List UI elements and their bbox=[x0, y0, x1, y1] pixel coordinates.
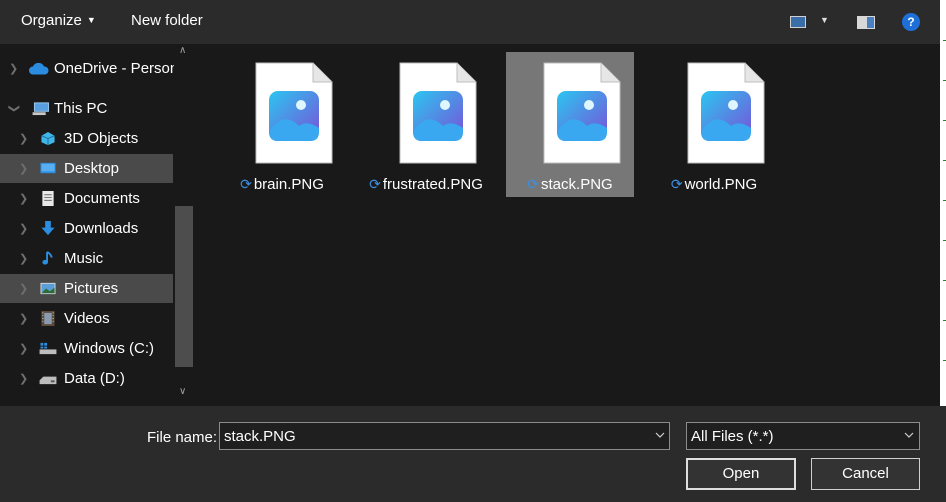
sync-icon: ⟳ bbox=[240, 176, 252, 192]
cancel-button[interactable]: Cancel bbox=[811, 458, 920, 490]
nav-item-videos[interactable]: ❯ Videos bbox=[0, 304, 173, 333]
image-file-icon bbox=[399, 62, 477, 164]
nav-item-label: OneDrive - Person bbox=[54, 60, 179, 77]
chevron-down-icon: ▼ bbox=[86, 15, 96, 25]
file-item[interactable]: ⟳ frustrated.PNG bbox=[362, 52, 490, 197]
file-list: ⟳brain.PNG ⟳frustrated.PNG ⟳stack.PNG bbox=[196, 44, 940, 406]
toolbar: Organize ▼ New folder ▼ ? bbox=[0, 0, 940, 44]
drive-c-icon bbox=[39, 342, 57, 355]
file-item-selected[interactable]: ⟳ stack.PNG bbox=[506, 52, 634, 197]
drive-d-icon bbox=[39, 376, 57, 385]
chevron-right-icon[interactable]: ❯ bbox=[19, 192, 28, 205]
pictures-icon bbox=[40, 282, 56, 295]
view-options-chevron-icon[interactable]: ▼ bbox=[820, 15, 829, 25]
file-name-label: ⟳ frustrated.PNG bbox=[362, 176, 490, 193]
desktop-icon bbox=[40, 162, 56, 174]
nav-item-desktop[interactable]: ❯ Desktop bbox=[0, 154, 173, 183]
nav-item-label: Desktop bbox=[64, 160, 120, 177]
background-window-edge bbox=[940, 0, 946, 410]
videos-icon bbox=[41, 311, 55, 326]
chevron-right-icon[interactable]: ❯ bbox=[19, 252, 28, 265]
file-name-label: ⟳ world.PNG bbox=[650, 176, 778, 193]
nav-item-label: 3D Objects bbox=[64, 130, 139, 147]
chevron-down-icon[interactable] bbox=[655, 430, 665, 440]
music-icon bbox=[42, 251, 53, 265]
sync-icon: ⟳ bbox=[369, 176, 381, 192]
nav-item-label: Documents bbox=[64, 190, 140, 207]
file-name-text: stack.PNG bbox=[541, 176, 613, 193]
chevron-right-icon[interactable]: ❯ bbox=[19, 282, 28, 295]
nav-item-windows-c[interactable]: ❯ Windows (C:) bbox=[0, 334, 173, 363]
file-name-text: frustrated.PNG bbox=[382, 176, 483, 193]
nav-item-label: This PC bbox=[54, 100, 108, 117]
nav-scrollbar[interactable]: ∧ ∨ bbox=[174, 44, 194, 406]
chevron-right-icon[interactable]: ❯ bbox=[9, 62, 18, 75]
file-item[interactable]: ⟳ brain.PNG bbox=[218, 52, 346, 197]
nav-item-documents[interactable]: ❯ Documents bbox=[0, 184, 173, 213]
open-button[interactable]: Open bbox=[686, 458, 796, 490]
help-icon[interactable]: ? bbox=[902, 13, 920, 31]
nav-item-downloads[interactable]: ❯ Downloads bbox=[0, 214, 173, 243]
organize-label: Organize bbox=[21, 12, 82, 29]
file-name-label: ⟳ brain.PNG bbox=[218, 176, 346, 193]
new-folder-button[interactable]: New folder bbox=[131, 12, 203, 29]
navigation-pane: ❯ OneDrive - Person ❯ This PC ❯ 3D Objec… bbox=[0, 44, 195, 406]
nav-item-label: Windows (C:) bbox=[64, 340, 155, 357]
onedrive-icon bbox=[29, 62, 49, 75]
nav-item-data-d[interactable]: ❯ Data (D:) bbox=[0, 364, 173, 393]
image-file-icon bbox=[255, 62, 333, 164]
chevron-right-icon[interactable]: ❯ bbox=[19, 342, 28, 355]
file-name-label: File name: bbox=[147, 429, 218, 446]
organize-button[interactable]: Organize ▼ bbox=[21, 12, 96, 29]
nav-item-3d-objects[interactable]: ❯ 3D Objects bbox=[0, 124, 173, 153]
file-type-select[interactable]: All Files (*.*) bbox=[686, 422, 920, 450]
downloads-icon bbox=[41, 221, 55, 236]
preview-pane-icon[interactable] bbox=[857, 16, 875, 29]
chevron-down-icon[interactable] bbox=[904, 430, 914, 440]
chevron-right-icon[interactable]: ❯ bbox=[19, 222, 28, 235]
nav-item-label: Downloads bbox=[64, 220, 139, 237]
scrollbar-thumb[interactable] bbox=[175, 206, 193, 367]
image-file-icon bbox=[543, 62, 621, 164]
nav-item-this-pc[interactable]: ❯ This PC bbox=[0, 94, 173, 123]
documents-icon bbox=[42, 191, 54, 206]
nav-item-onedrive[interactable]: ❯ OneDrive - Person bbox=[0, 54, 178, 83]
chevron-right-icon[interactable]: ❯ bbox=[19, 132, 28, 145]
3d-objects-icon bbox=[41, 131, 55, 146]
nav-item-pictures[interactable]: ❯ Pictures bbox=[0, 274, 173, 303]
nav-item-label: Data (D:) bbox=[64, 370, 125, 387]
chevron-down-icon[interactable]: ❯ bbox=[8, 104, 21, 113]
nav-item-music[interactable]: ❯ Music bbox=[0, 244, 173, 273]
sync-icon: ⟳ bbox=[527, 176, 540, 192]
this-pc-icon bbox=[32, 102, 49, 116]
file-name-label: ⟳ stack.PNG bbox=[506, 176, 634, 193]
chevron-right-icon[interactable]: ❯ bbox=[19, 312, 28, 325]
nav-item-label: Music bbox=[64, 250, 104, 267]
change-view-icon[interactable] bbox=[790, 16, 806, 28]
nav-item-label: Videos bbox=[64, 310, 110, 327]
file-name-text: brain.PNG bbox=[253, 176, 324, 193]
chevron-right-icon[interactable]: ❯ bbox=[19, 372, 28, 385]
scroll-down-icon[interactable]: ∨ bbox=[179, 386, 186, 397]
chevron-right-icon[interactable]: ❯ bbox=[19, 162, 28, 175]
image-file-icon bbox=[687, 62, 765, 164]
file-item[interactable]: ⟳ world.PNG bbox=[650, 52, 778, 197]
nav-item-label: Pictures bbox=[64, 280, 119, 297]
sync-icon: ⟳ bbox=[670, 176, 683, 192]
file-name-input[interactable]: stack.PNG bbox=[219, 422, 670, 450]
file-name-text: world.PNG bbox=[684, 176, 758, 193]
dialog-footer: File name: stack.PNG All Files (*.*) Ope… bbox=[0, 406, 946, 502]
file-name-value[interactable]: stack.PNG bbox=[224, 428, 296, 445]
scroll-up-icon[interactable]: ∧ bbox=[179, 45, 186, 56]
file-type-value: All Files (*.*) bbox=[691, 428, 774, 445]
